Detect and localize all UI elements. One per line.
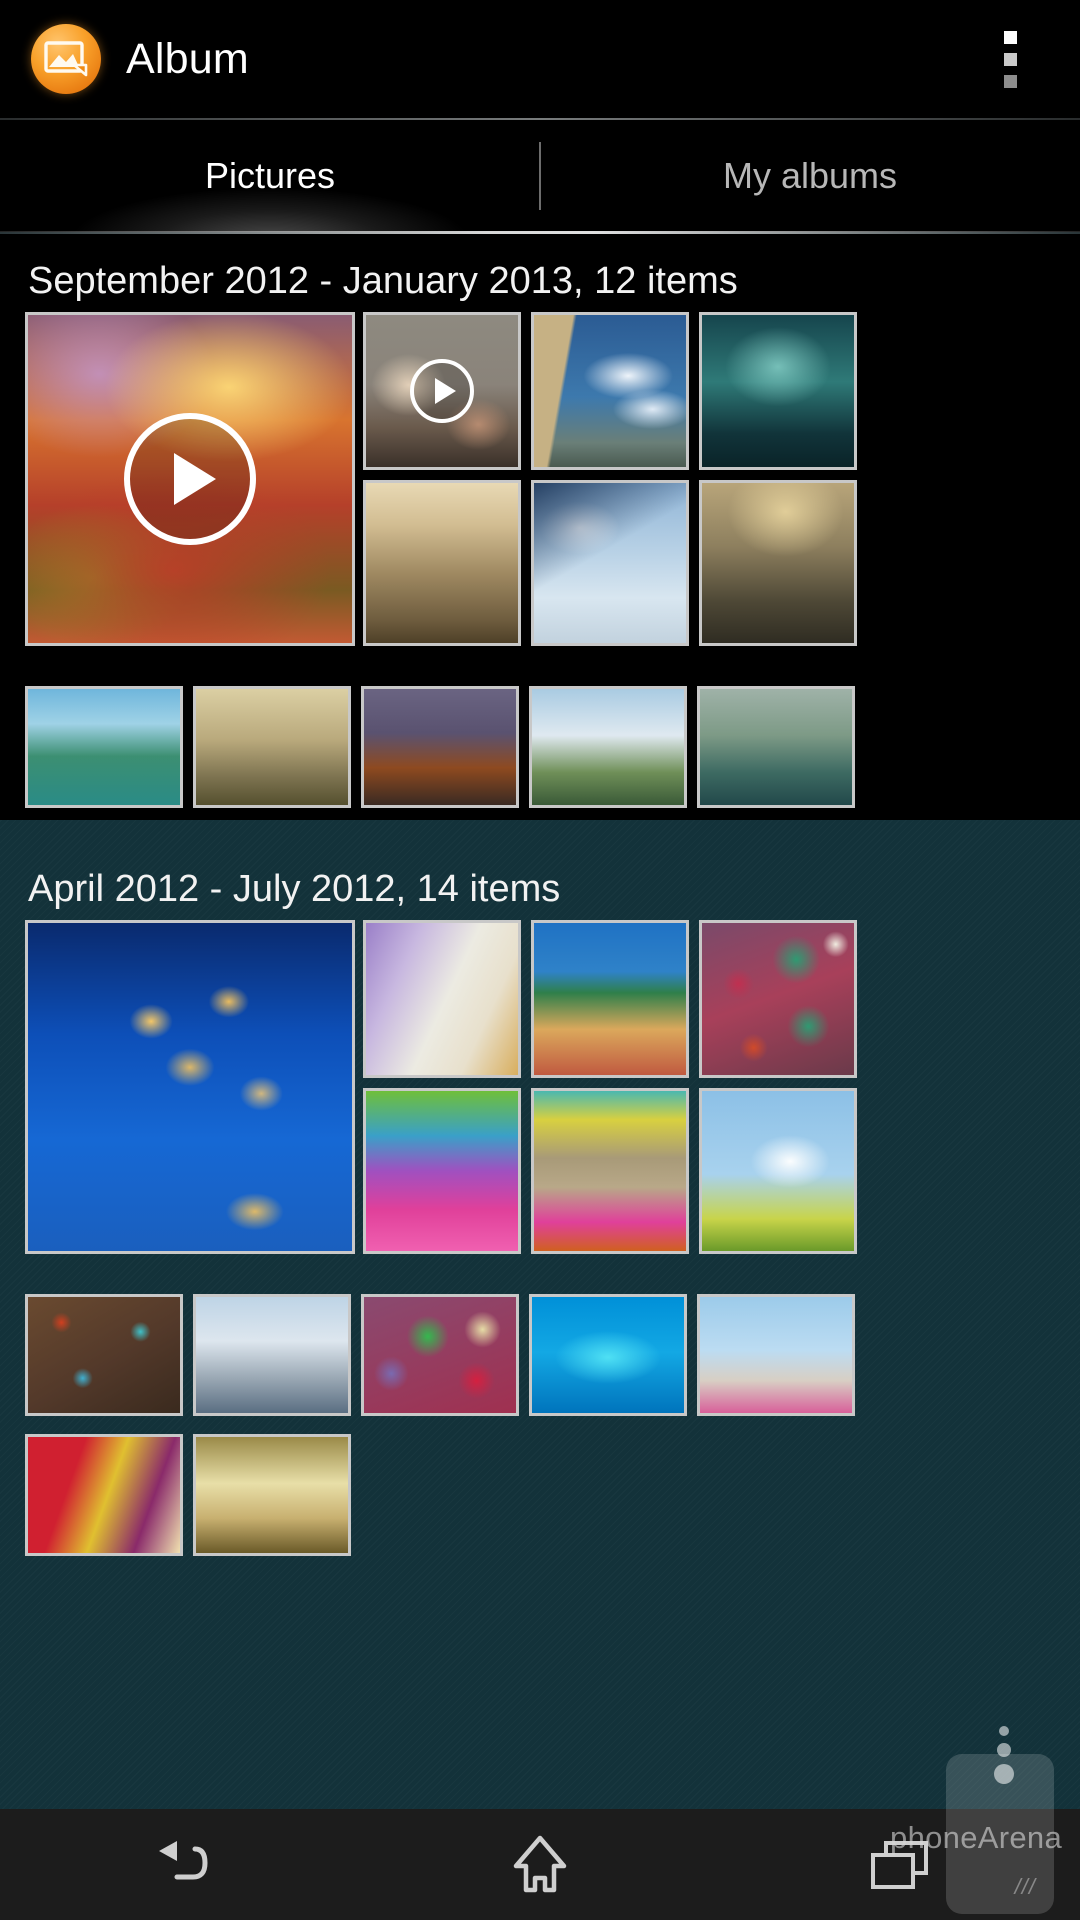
tile-rainbow-valley-photo[interactable] <box>699 480 857 646</box>
section-header-2: April 2012 - July 2012, 14 items <box>28 868 561 910</box>
tile-cliff-and-clouds-photo[interactable] <box>531 312 689 470</box>
tile-fabric-roses-photo[interactable] <box>361 1294 519 1416</box>
play-triangle <box>434 378 456 404</box>
thumbnail-image <box>702 923 854 1075</box>
tile-coastal-cliff-photo[interactable] <box>697 686 855 808</box>
app-title: Album <box>126 34 249 83</box>
system-navigation-bar <box>0 1809 1080 1920</box>
album-app-screen: Album Pictures My albums September 2012 … <box>0 0 1080 1920</box>
tab-my-albums-label: My albums <box>722 155 898 196</box>
tile-glacier-mountain-photo[interactable] <box>531 480 689 646</box>
tile-autumn-trees-photo[interactable] <box>193 1434 351 1556</box>
thumbnail-image <box>700 689 852 805</box>
thumbnail-image <box>28 1437 180 1553</box>
nav-back-button[interactable] <box>0 1809 360 1920</box>
tile-beach-huts-photo[interactable] <box>697 1294 855 1416</box>
tab-bar: Pictures My albums <box>0 120 1080 232</box>
thumbnail-image <box>196 1297 348 1413</box>
tile-cinque-terre-photo[interactable] <box>531 920 689 1078</box>
thumbnail-image <box>28 1297 180 1413</box>
thumbnail-image <box>366 923 518 1075</box>
thumbnail-image <box>196 1437 348 1553</box>
recent-apps-icon <box>868 1837 932 1893</box>
tile-red-rock-canyon-photo[interactable] <box>361 686 519 808</box>
tile-colored-boats-photo[interactable] <box>363 1088 521 1254</box>
nav-home-button[interactable] <box>360 1809 720 1920</box>
tile-turquoise-reef-photo[interactable] <box>529 1294 687 1416</box>
thumbnail-image <box>532 1297 684 1413</box>
tile-cloud-over-field-photo[interactable] <box>699 1088 857 1254</box>
tile-alpine-meadow-photo[interactable] <box>529 686 687 808</box>
thumbnail-image <box>366 1091 518 1251</box>
tab-separator <box>539 142 541 210</box>
tile-sunset-mountains-video[interactable] <box>25 312 355 646</box>
thumbnail-image <box>364 689 516 805</box>
home-icon <box>512 1834 568 1896</box>
tile-modern-apartments-photo[interactable] <box>25 1294 183 1416</box>
thumbnail-image <box>364 1297 516 1413</box>
tile-snow-peak-photo[interactable] <box>193 1294 351 1416</box>
overflow-menu-icon[interactable] <box>970 0 1050 118</box>
tile-yarn-bundles-photo[interactable] <box>531 1088 689 1254</box>
section-header-1: September 2012 - January 2013, 12 items <box>28 260 738 302</box>
tile-red-yellow-textile-photo[interactable] <box>25 1434 183 1556</box>
tab-my-albums[interactable]: My albums <box>540 120 1080 232</box>
thumbnail-image <box>196 689 348 805</box>
tile-man-on-sofa-video[interactable] <box>363 312 521 470</box>
tab-pictures-label: Pictures <box>204 155 336 196</box>
play-overlay-icon[interactable] <box>124 413 256 545</box>
tile-bokeh-baubles-photo[interactable] <box>699 920 857 1078</box>
action-bar: Album <box>0 0 1080 118</box>
thumbnail-image <box>534 483 686 643</box>
tile-sepia-cityscape-photo[interactable] <box>363 480 521 646</box>
thumbnail-image <box>366 483 518 643</box>
tile-misty-forest-photo[interactable] <box>699 312 857 470</box>
back-arrow-icon <box>149 1837 211 1893</box>
photo-album-icon <box>31 24 101 94</box>
overflow-dot <box>1003 30 1017 44</box>
thumbnail-image <box>534 923 686 1075</box>
thumbnail-image <box>700 1297 852 1413</box>
thumbnail-image <box>702 315 854 467</box>
thumbnail-image <box>532 689 684 805</box>
tab-pictures[interactable]: Pictures <box>0 120 540 232</box>
tile-halong-bay-photo[interactable] <box>25 686 183 808</box>
overflow-dot <box>1003 74 1017 88</box>
thumbnail-image <box>534 315 686 467</box>
tile-hazy-canyon-photo[interactable] <box>193 686 351 808</box>
tile-snowy-village-night-photo[interactable] <box>25 920 355 1254</box>
picture-grid-scroll[interactable]: September 2012 - January 2013, 12 items <box>0 234 1080 1809</box>
thumbnail-image <box>28 689 180 805</box>
play-overlay-icon[interactable] <box>410 359 474 423</box>
overflow-dot <box>1003 52 1017 66</box>
thumbnail-image <box>702 1091 854 1251</box>
thumbnail-image <box>702 483 854 643</box>
thumbnail-image <box>28 923 352 1251</box>
thumbnail-image <box>534 1091 686 1251</box>
tile-santorini-houses-photo[interactable] <box>363 920 521 1078</box>
play-triangle <box>174 453 216 505</box>
nav-recents-button[interactable] <box>720 1809 1080 1920</box>
